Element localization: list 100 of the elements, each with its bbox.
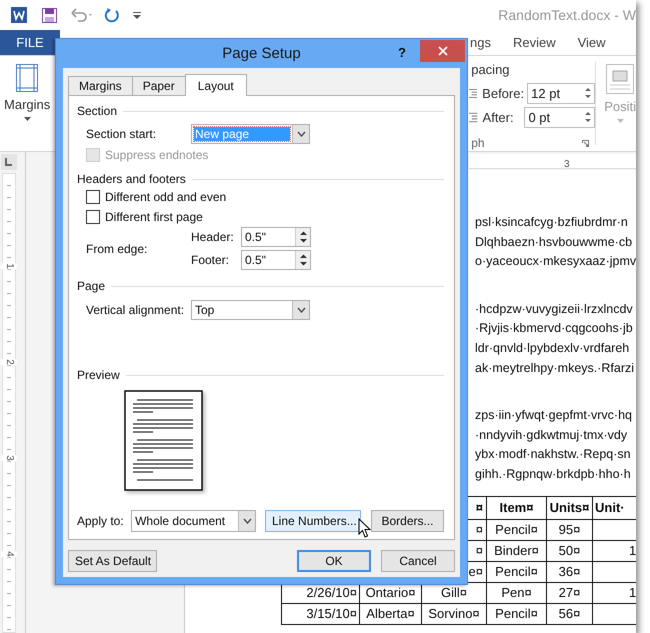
- dialog-tab[interactable]: Layout: [184, 74, 247, 96]
- field-label: Apply to:: [77, 514, 125, 528]
- table-cell: Binder¤: [494, 542, 539, 558]
- dropdown[interactable]: Top: [191, 300, 310, 320]
- table-cell: Gill¤: [440, 584, 467, 600]
- table-cell: 1: [629, 542, 636, 559]
- spin-field[interactable]: 12 pt: [527, 82, 596, 104]
- chevron-icon: [296, 307, 306, 313]
- chevron-icon: [242, 518, 252, 524]
- caret-icon: [24, 117, 31, 121]
- text-line: ak·meytrelhpy·mkeys.·Rfarzi: [475, 360, 636, 377]
- dropdown[interactable]: Whole document: [131, 510, 256, 532]
- table-cell: 2/26/10¤: [306, 584, 357, 600]
- line-numbers-button[interactable]: Line Numbers...: [265, 510, 361, 532]
- close-icon: [438, 46, 448, 56]
- checkbox[interactable]: [86, 210, 100, 224]
- text-line: ·hcdpzw·vuvygizeii·lrzxlncdv: [475, 300, 634, 318]
- table-cell: 1: [629, 584, 636, 601]
- column-header: Units¤: [550, 500, 590, 515]
- table-cell: Sorvino¤: [428, 606, 480, 621]
- table-cell-text: ¤: [474, 522, 484, 538]
- ribbon-tab[interactable]: ngs: [470, 30, 491, 55]
- table-cell: Ontario¤: [366, 584, 416, 600]
- dialog-tab[interactable]: Margins: [68, 76, 133, 95]
- table-cell: 36¤: [558, 564, 580, 579]
- text-line: ·nndyvih·gdkwtmuj·tmx·vdy: [475, 426, 628, 444]
- chevron-icon: [296, 131, 306, 137]
- dialog-launcher-icon[interactable]: [582, 140, 590, 146]
- text-line: psl·ksincafcyg·bzfiubrdmr·n: [475, 214, 629, 231]
- table-cell: 27¤: [558, 584, 580, 600]
- spinner-icon: [298, 230, 308, 244]
- table-cell: Pencil¤: [495, 564, 538, 579]
- table-cell: Pencil¤: [495, 522, 538, 537]
- table-cell-text: e¤: [468, 564, 484, 580]
- set-default-button[interactable]: Set As Default: [68, 550, 157, 572]
- caret-icon: [616, 119, 624, 123]
- tab-selector-icon[interactable]: [1, 154, 17, 170]
- field-label: Vertical alignment:: [86, 303, 186, 317]
- table-cell: Alberta¤: [366, 606, 415, 621]
- undo-icon[interactable]: [71, 8, 95, 22]
- ruler-number: 4: [1, 551, 17, 557]
- text-line: Dlqhbaezn·hsvbouwwme·cb: [475, 234, 634, 251]
- group-title: pacing: [471, 62, 511, 79]
- table-cell: 3/15/10¤: [306, 606, 357, 621]
- field-label: Header:: [191, 230, 235, 244]
- spinner-icon: [298, 253, 308, 267]
- group-heading: Page: [77, 279, 106, 293]
- column-header: Item¤: [500, 500, 534, 515]
- checkbox-label: Different first page: [105, 210, 203, 224]
- save-icon[interactable]: [42, 8, 57, 22]
- spinner-icon: [585, 111, 592, 123]
- window-title: RandomText.docx - W: [498, 7, 636, 23]
- margins-button[interactable]: Margins: [0, 56, 54, 151]
- table-cell: Pen¤: [501, 584, 532, 600]
- close-button[interactable]: [420, 40, 465, 62]
- table-cell-text: ¤: [474, 542, 484, 559]
- field-label: Before:: [482, 86, 522, 100]
- table-cell: 56¤: [558, 606, 580, 621]
- group-label: ph: [471, 136, 485, 150]
- table-cell: 95¤: [558, 522, 580, 537]
- cancel-button[interactable]: Cancel: [381, 550, 455, 572]
- checkbox[interactable]: [86, 190, 100, 204]
- ok-button[interactable]: OK: [297, 550, 371, 572]
- text-line: o·yaceoucx·mkesyxaaz·jpmv: [475, 253, 636, 270]
- line-spacing-icon: [469, 112, 478, 122]
- text-line: gihh.·Rgpnqw·brkdpb·hho·h: [475, 466, 632, 483]
- checkbox-label: Suppress endnotes: [105, 148, 208, 162]
- table-cell: Pencil¤: [495, 606, 538, 621]
- spin-field[interactable]: 0.5": [241, 250, 311, 270]
- line-spacing-icon: [469, 88, 478, 98]
- spinner-icon: [585, 87, 592, 99]
- spin-field[interactable]: 0.5": [241, 227, 311, 247]
- table-cell: 50¤: [558, 542, 580, 558]
- text-line: ldr·qnvld·lpybdexlv·vrdfareh: [475, 340, 630, 357]
- field-label: From edge:: [86, 242, 148, 256]
- group-heading: Headers and footers: [77, 172, 186, 186]
- dialog-title: Page Setup: [222, 45, 301, 62]
- ruler-number: 2: [1, 359, 17, 365]
- ribbon-tab[interactable]: Review: [512, 30, 556, 55]
- dialog-tab[interactable]: Paper: [132, 76, 186, 95]
- column-header: Unit·: [595, 500, 625, 516]
- spin-field[interactable]: 0 pt: [524, 106, 596, 128]
- field-label: Section start:: [86, 127, 158, 141]
- group-heading: Section: [77, 104, 118, 118]
- text-line: ybx·modf·nakhstw.·Repq·sn: [475, 446, 632, 464]
- app-icon[interactable]: [11, 7, 27, 23]
- group-heading: Preview: [77, 368, 120, 382]
- borders-button[interactable]: Borders...: [371, 510, 444, 532]
- checkbox-label: Different odd and even: [105, 190, 226, 204]
- file-tab[interactable]: FILE: [0, 30, 60, 55]
- ruler-number: 1: [1, 263, 17, 269]
- field-label: After:: [482, 110, 515, 124]
- ruler-number: 3: [1, 455, 17, 461]
- ruler-number: 3: [564, 159, 570, 170]
- ribbon-tab[interactable]: View: [578, 30, 606, 55]
- redo-icon[interactable]: [104, 7, 120, 23]
- help-button[interactable]: ?: [398, 40, 420, 64]
- customize-icon[interactable]: [133, 11, 141, 19]
- text-line: ·Rjvjis·kbmervd·cqgcoohs·jb: [475, 320, 634, 338]
- field-label: Footer:: [191, 253, 230, 267]
